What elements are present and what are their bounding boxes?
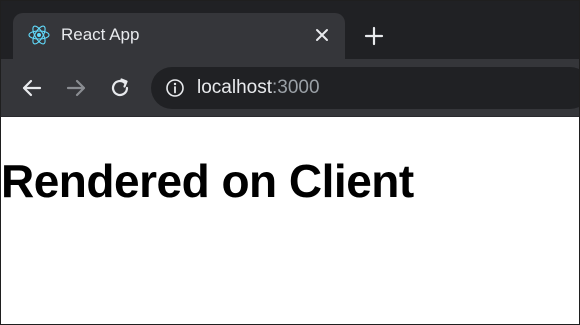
browser-window: React App localhost:3000 Rendered on Cli…: [0, 0, 580, 325]
browser-toolbar: localhost:3000: [1, 59, 579, 117]
close-icon[interactable]: [311, 24, 333, 46]
arrow-left-icon[interactable]: [19, 75, 45, 101]
reload-icon[interactable]: [107, 75, 133, 101]
arrow-right-icon[interactable]: [63, 75, 89, 101]
tab-title: React App: [61, 25, 140, 44]
info-icon[interactable]: [165, 78, 185, 98]
page-content: Rendered on Client: [1, 118, 579, 324]
tab-react-app[interactable]: React App: [13, 13, 345, 59]
react-logo-icon: [28, 25, 50, 45]
url-text: localhost:3000: [197, 77, 320, 99]
plus-icon[interactable]: [361, 23, 387, 49]
url-port: :3000: [272, 77, 320, 98]
tab-strip: React App: [1, 1, 579, 59]
page-heading: Rendered on Client: [1, 155, 414, 207]
url-host: localhost: [197, 77, 272, 98]
address-bar[interactable]: localhost:3000: [151, 67, 579, 109]
